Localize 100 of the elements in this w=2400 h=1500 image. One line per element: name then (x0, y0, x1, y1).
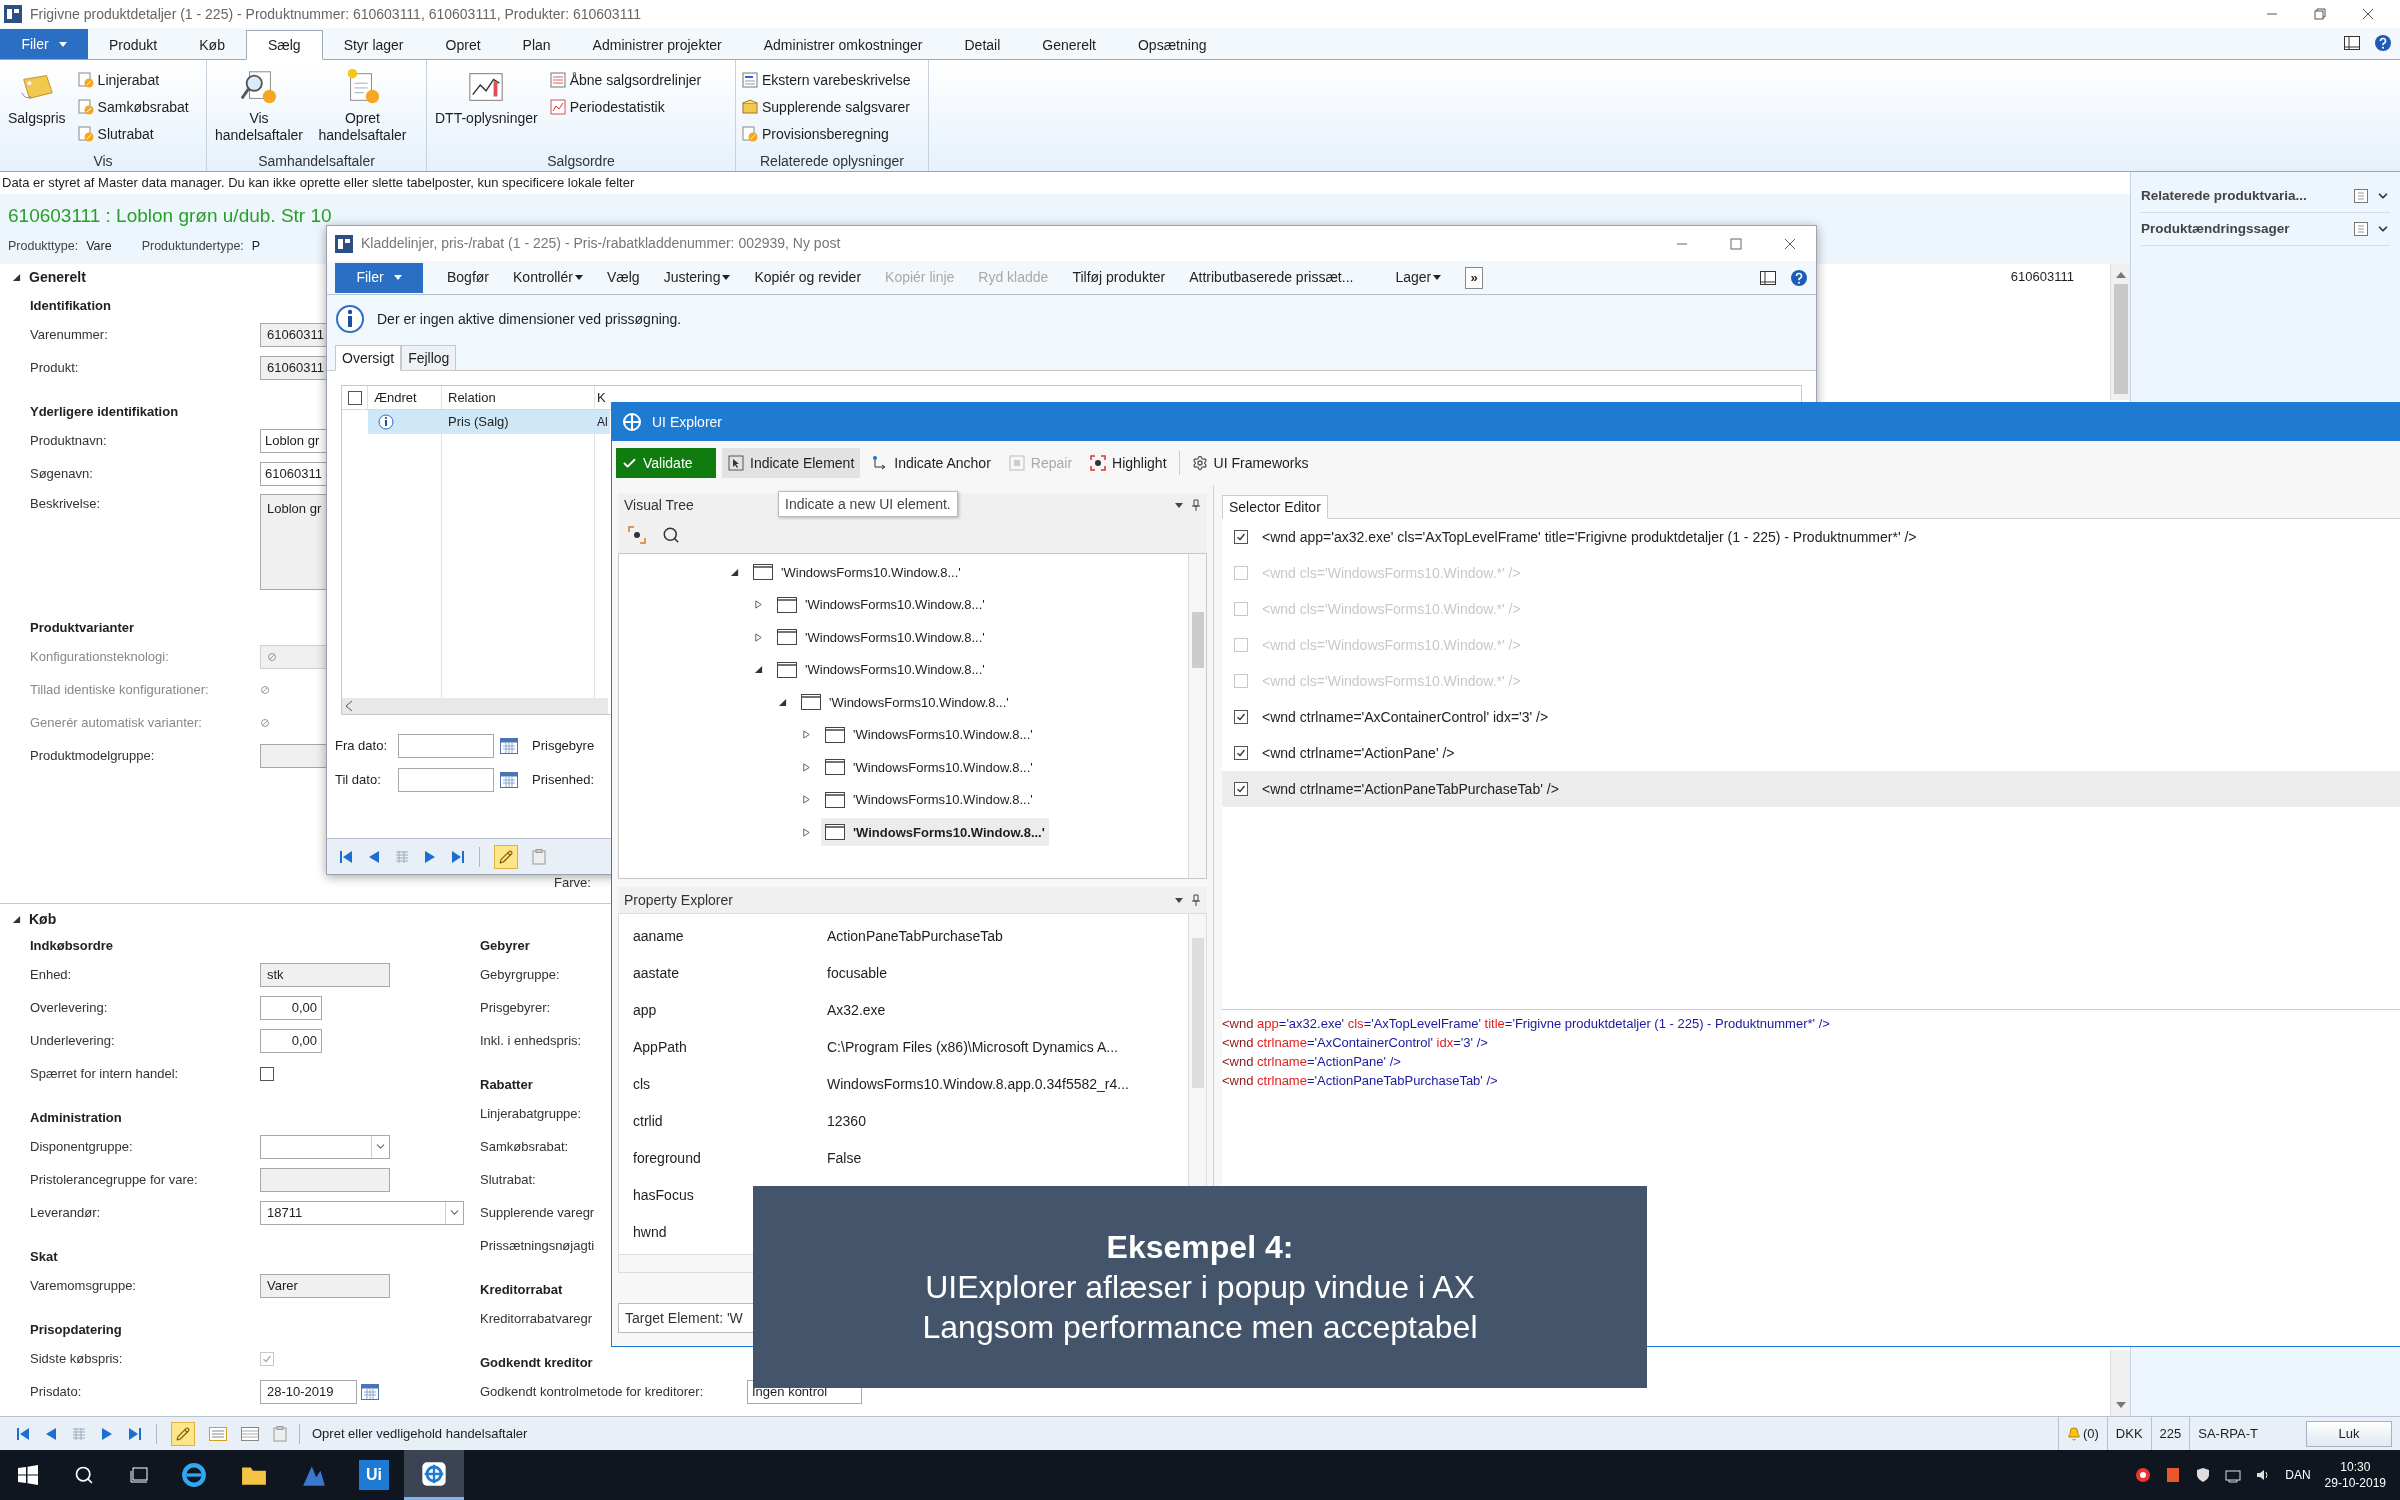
expanded-arrow-icon[interactable] (777, 697, 787, 707)
expanded-arrow-icon[interactable] (12, 914, 21, 924)
ribbon-tab[interactable]: Opret (424, 30, 502, 60)
expanded-arrow-icon[interactable] (12, 272, 21, 282)
scroll-up-icon[interactable] (2115, 272, 2126, 278)
ribbon-tab[interactable]: Plan (501, 30, 572, 60)
selector-row[interactable]: <wnd ctrlname='ActionPane' /> (1222, 735, 2400, 771)
ribbon-button[interactable]: DTT-oplysninger (433, 68, 540, 127)
dropdown-field[interactable]: 18711 (260, 1200, 464, 1225)
help-icon[interactable] (1790, 268, 1808, 287)
ribbon-button[interactable]: Periodestatistik (549, 95, 702, 119)
tab[interactable]: Oversigt (335, 345, 402, 371)
text-field[interactable]: stk (260, 962, 390, 987)
ribbon-tab[interactable]: Sælg (245, 30, 323, 60)
target-icon[interactable] (628, 526, 646, 544)
calendar-icon[interactable] (500, 772, 518, 788)
panel-icon[interactable] (2344, 36, 2360, 50)
scrollbar[interactable] (1188, 554, 1206, 878)
ribbon-button[interactable]: Opret handelsaftaler (314, 68, 410, 144)
checkbox[interactable] (1234, 746, 1248, 760)
first-record-icon[interactable] (339, 849, 353, 864)
target-element-field[interactable]: Target Element: 'W (625, 1307, 743, 1329)
next-record-icon[interactable] (100, 1426, 114, 1441)
collapsed-arrow-icon[interactable] (753, 632, 763, 642)
toolbar-button[interactable]: Vælg (606, 267, 640, 288)
search-icon[interactable] (662, 526, 680, 544)
close-icon[interactable] (1784, 237, 1796, 250)
last-record-icon[interactable] (128, 1426, 142, 1441)
tab[interactable]: Selector Editor (1222, 495, 1328, 519)
tray-icon[interactable] (2225, 1467, 2242, 1483)
tree-item[interactable]: 'WindowsForms10.Window.8...' (821, 818, 1049, 847)
column-header[interactable]: Ændret (374, 387, 417, 408)
pin-icon[interactable] (1191, 894, 1201, 906)
scroll-down-icon[interactable] (2115, 1402, 2126, 1408)
dropdown-field[interactable] (260, 1134, 390, 1159)
taskbar-app[interactable] (404, 1450, 464, 1500)
ribbon-tab[interactable]: Styr lager (322, 30, 425, 60)
scrollbar[interactable] (2110, 1350, 2130, 1416)
ribbon-button[interactable]: Slutrabat (77, 122, 189, 146)
next-record-icon[interactable] (423, 849, 437, 864)
bell-icon[interactable] (2066, 1426, 2081, 1441)
expanded-arrow-icon[interactable] (753, 665, 763, 675)
grid-view-icon[interactable] (241, 1426, 259, 1441)
toolbar-button[interactable]: Indicate Element (722, 448, 861, 478)
collapsed-arrow-icon[interactable] (801, 762, 811, 772)
tree-item[interactable]: 'WindowsForms10.Window.8...' (773, 623, 989, 652)
task-view-icon[interactable] (130, 1466, 150, 1484)
toolbar-button[interactable]: Validate (616, 448, 716, 478)
tray-icon[interactable] (2135, 1467, 2152, 1483)
close-button[interactable]: Luk (2306, 1420, 2392, 1447)
tree-item[interactable]: 'WindowsForms10.Window.8...' (749, 558, 965, 587)
text-field[interactable]: Varer (260, 1273, 390, 1298)
tree-item[interactable]: 'WindowsForms10.Window.8...' (821, 753, 1037, 782)
date-field[interactable]: 28-10-2019 (260, 1379, 357, 1404)
toolbar-button[interactable]: Kontrollér (513, 267, 583, 288)
collapsed-arrow-icon[interactable] (801, 827, 811, 837)
toolbar-button[interactable]: Attributbaserede prissæt... (1189, 267, 1354, 288)
edit-button[interactable] (171, 1421, 195, 1446)
checkbox[interactable] (1234, 710, 1248, 724)
date-field[interactable] (398, 734, 494, 758)
tree-item[interactable]: 'WindowsForms10.Window.8...' (821, 785, 1037, 814)
collapsed-arrow-icon[interactable] (801, 730, 811, 740)
calendar-icon[interactable] (361, 1383, 379, 1400)
factbox-title[interactable]: Produktændringssager (2141, 218, 2346, 240)
maximize-icon[interactable] (1730, 237, 1742, 250)
ribbon-button[interactable]: Vis handelsaftaler (213, 68, 305, 144)
toolbar-button[interactable]: Kopiér og revider (754, 267, 862, 288)
overflow-button[interactable]: » (1465, 266, 1484, 289)
language-indicator[interactable]: DAN (2285, 1466, 2311, 1484)
ribbon-tab[interactable]: Detail (943, 30, 1022, 60)
table-row[interactable]: Pris (Salg) Al (368, 410, 610, 434)
close-icon[interactable] (2362, 8, 2374, 20)
checkbox[interactable] (260, 1066, 274, 1081)
ribbon-tab[interactable]: Administrer omkostninger (742, 30, 944, 60)
factbox-title[interactable]: Relaterede produktvaria... (2141, 185, 2346, 207)
toolbar-button[interactable]: Indicate Anchor (866, 448, 997, 478)
column-header[interactable]: K (597, 387, 606, 408)
ribbon-button[interactable]: Salgspris (6, 68, 68, 127)
first-record-icon[interactable] (16, 1426, 30, 1441)
ribbon-button[interactable]: Åbne salgsordrelinjer (549, 68, 702, 92)
checkbox[interactable] (1234, 530, 1248, 544)
clipboard-icon[interactable] (532, 848, 546, 865)
ribbon-button[interactable]: Samkøbsrabat (77, 95, 189, 119)
expanded-arrow-icon[interactable] (729, 567, 739, 577)
tree-item[interactable]: 'WindowsForms10.Window.8...' (821, 720, 1037, 749)
date-field[interactable] (398, 768, 494, 792)
selector-row[interactable]: <wnd ctrlname='ActionPaneTabPurchaseTab' /> (1222, 771, 2400, 807)
selector-row[interactable]: <wnd ctrlname='AxContainerControl' idx='3' /> (1222, 699, 2400, 735)
checkbox[interactable] (347, 390, 362, 405)
selector-row[interactable]: <wnd app='ax32.exe' cls='AxTopLevelFrame' title='Frigivne produktdetaljer (1 - 225) - Produktnummer*' /> (1222, 519, 2400, 555)
ribbon-button[interactable]: Ekstern varebeskrivelse (742, 68, 911, 92)
form-view-icon[interactable] (209, 1426, 227, 1441)
search-icon[interactable] (74, 1465, 94, 1485)
toolbar-button[interactable]: Tilføj produkter (1072, 267, 1166, 288)
text-field[interactable] (260, 1167, 390, 1192)
previous-record-icon[interactable] (367, 849, 381, 864)
tree-item[interactable]: 'WindowsForms10.Window.8...' (773, 590, 989, 619)
ribbon-tab[interactable]: Administrer projekter (571, 30, 743, 60)
checkbox[interactable] (1234, 782, 1248, 796)
toolbar-button[interactable]: Highlight (1084, 448, 1173, 478)
